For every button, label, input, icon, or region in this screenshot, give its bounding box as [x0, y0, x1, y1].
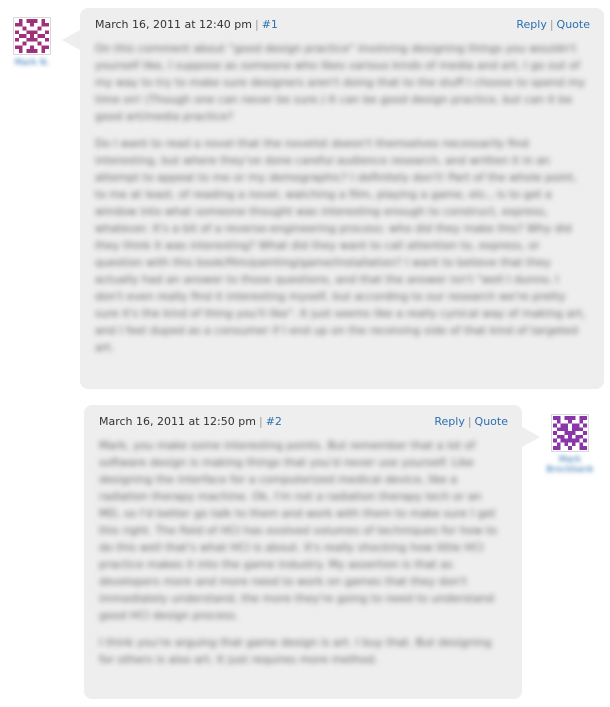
- comment-paragraph: I think you're arguing that game design …: [99, 636, 492, 666]
- reply-link[interactable]: Reply: [434, 415, 464, 428]
- comment-1: March 16, 2011 at 12:40 pm | #1 Reply | Quot…: [62, 8, 604, 389]
- identicon-icon: [553, 416, 587, 450]
- comment-paragraph: Mark, you make some interesting points. …: [99, 439, 498, 622]
- speech-bubble-tail: [62, 30, 80, 50]
- comment-permalink[interactable]: #2: [266, 415, 282, 428]
- comment-meta: March 16, 2011 at 12:40 pm | #1 Reply | Quot…: [95, 18, 590, 32]
- comment-2-author-block: Mark Brockbank: [540, 414, 600, 475]
- comment-author-name[interactable]: Mark N.: [2, 58, 62, 68]
- comment-timestamp: March 16, 2011 at 12:40 pm: [95, 18, 252, 31]
- comment-paragraph: On this comment about "good design pract…: [95, 42, 586, 123]
- comment-actions: Reply | Quote: [434, 415, 508, 429]
- comment-2: March 16, 2011 at 12:50 pm | #2 Reply | Quot…: [84, 405, 540, 699]
- avatar[interactable]: [13, 17, 51, 55]
- actions-separator: |: [467, 415, 472, 428]
- comment-body: Mark, you make some interesting points. …: [99, 437, 506, 678]
- quote-link[interactable]: Quote: [475, 415, 508, 428]
- avatar[interactable]: [551, 414, 589, 452]
- meta-separator: |: [258, 415, 263, 428]
- identicon-icon: [15, 19, 49, 53]
- comment-body: On this comment about "good design pract…: [95, 40, 588, 366]
- meta-separator: |: [254, 18, 259, 31]
- actions-separator: |: [549, 18, 554, 31]
- comment-permalink[interactable]: #1: [262, 18, 278, 31]
- comment-actions: Reply | Quote: [516, 18, 590, 32]
- comment-meta: March 16, 2011 at 12:50 pm | #2 Reply | Quot…: [99, 415, 508, 429]
- comment-1-author-block: Mark N.: [2, 17, 62, 68]
- quote-link[interactable]: Quote: [557, 18, 590, 31]
- comment-paragraph: Do I want to read a novel that the novel…: [95, 137, 586, 354]
- speech-bubble-tail: [522, 427, 540, 447]
- comment-timestamp: March 16, 2011 at 12:50 pm: [99, 415, 256, 428]
- comment-author-name[interactable]: Mark Brockbank: [540, 455, 600, 475]
- reply-link[interactable]: Reply: [516, 18, 546, 31]
